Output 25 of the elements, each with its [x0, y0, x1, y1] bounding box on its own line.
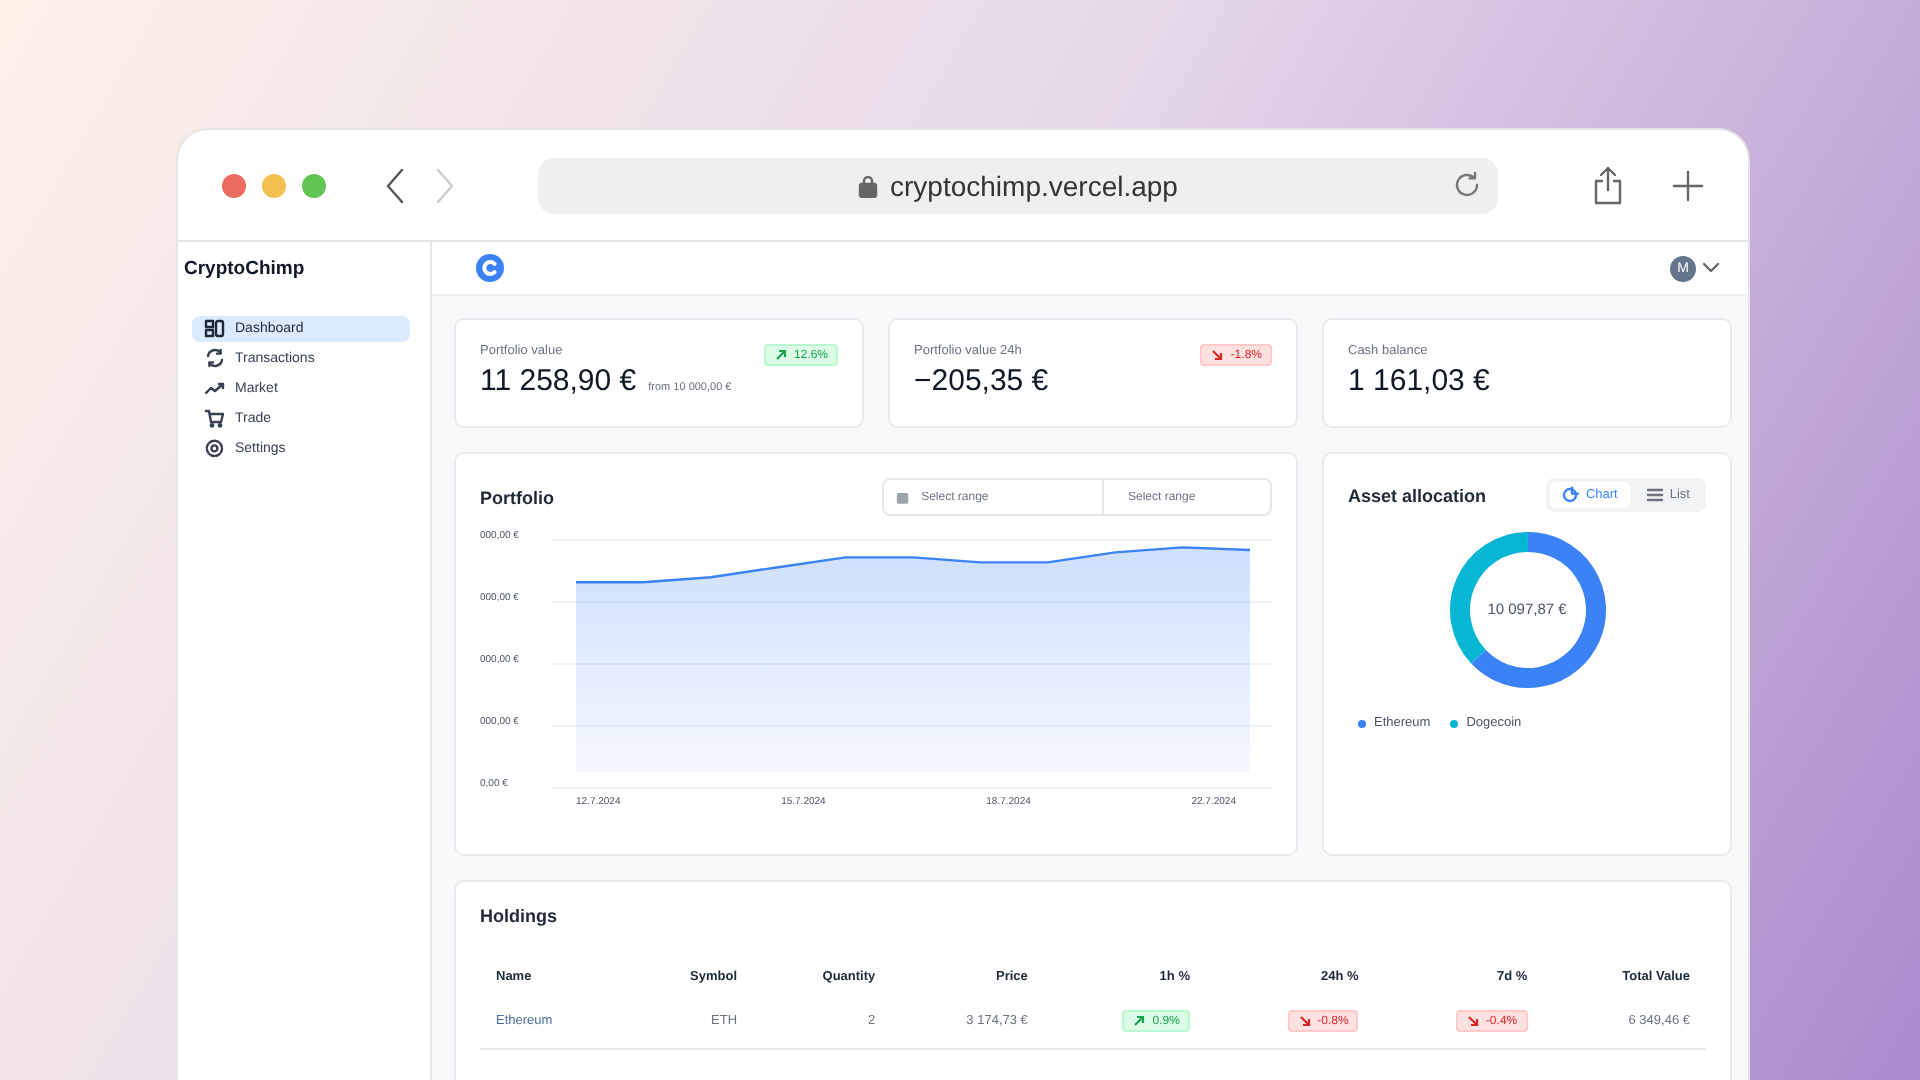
list-icon [1645, 486, 1664, 504]
stat-value: −205,35 € [914, 364, 1049, 398]
caret-icon[interactable] [1702, 262, 1720, 274]
stat-value: 1 161,03 € [1348, 364, 1490, 398]
calendar-icon [896, 489, 910, 505]
plus-icon[interactable] [1672, 169, 1704, 201]
stat-value: 11 258,90 € [480, 364, 637, 398]
window-control-button[interactable] [302, 173, 326, 197]
window-control-button[interactable] [222, 173, 246, 197]
card-title: Holdings [480, 906, 559, 926]
url-text: cryptochimp.vercel.app [890, 169, 1178, 201]
app-name: CryptoChimp [182, 258, 307, 280]
card-title: Portfolio [480, 487, 554, 507]
pie-chart-icon [1561, 486, 1580, 504]
reload-icon[interactable] [1452, 169, 1482, 199]
card-title: Asset allocation [1348, 485, 1487, 505]
trend-chart-icon [204, 378, 225, 400]
share-icon[interactable] [1592, 165, 1624, 205]
refresh-icon [204, 348, 225, 370]
dashboard-icon [204, 318, 225, 340]
address-bar[interactable]: cryptochimp.vercel.app [538, 157, 1498, 213]
settings-icon [204, 438, 225, 460]
lock-icon [858, 173, 879, 197]
shopping-cart-icon [204, 408, 225, 430]
logo-icon [476, 254, 504, 282]
